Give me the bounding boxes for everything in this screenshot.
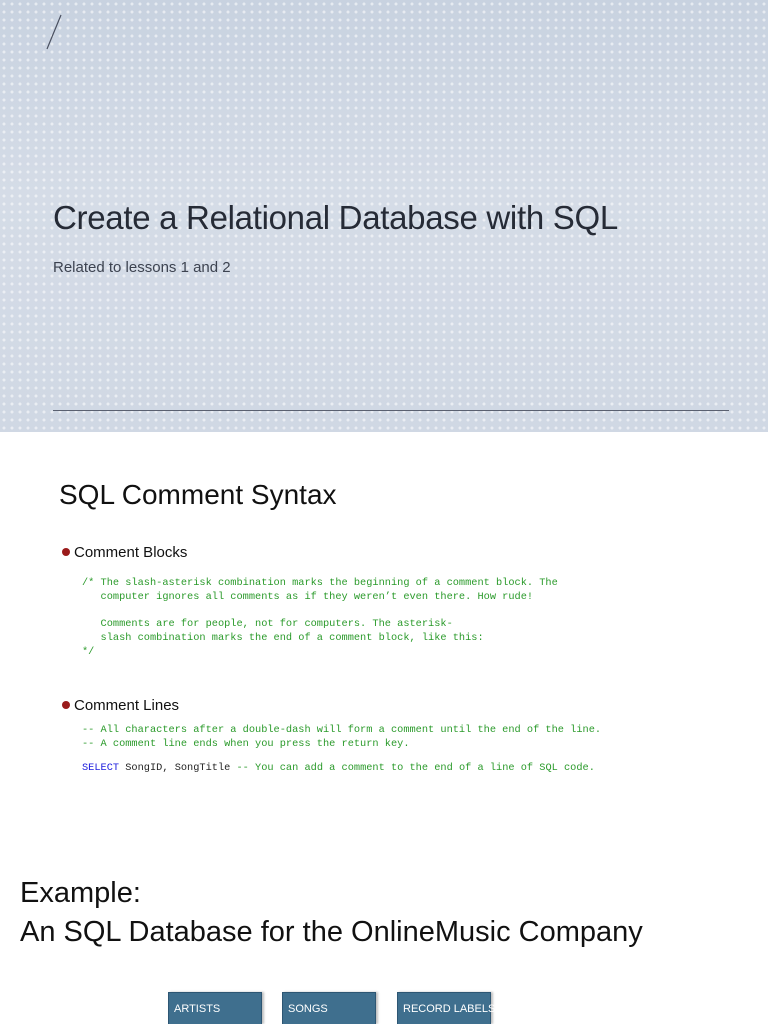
comment-block-code: /* The slash-asterisk combination marks … (82, 577, 558, 660)
slide-subtitle: Related to lessons 1 and 2 (53, 259, 231, 276)
tab-record-labels[interactable]: RECORD LABELS (397, 992, 495, 1024)
sql-comment: -- You can add a comment to the end of a… (230, 762, 595, 774)
tab-songs[interactable]: SONGS (282, 992, 376, 1024)
code-line: */ (82, 645, 95, 658)
code-line: -- All characters after a double-dash wi… (82, 724, 602, 736)
example-slide: Example: An SQL Database for the OnlineM… (0, 864, 768, 1024)
example-title: Example: An SQL Database for the OnlineM… (20, 874, 643, 952)
title-slide: Create a Relational Database with SQL Re… (0, 0, 768, 432)
code-line: /* The slash-asterisk combination marks … (82, 577, 558, 589)
sql-keyword: SELECT (82, 762, 120, 774)
slide-title: Create a Relational Database with SQL (53, 199, 618, 236)
sql-identifiers: SongID, SongTitle (119, 762, 231, 774)
slash-decoration-icon (46, 14, 62, 50)
title-divider (53, 410, 729, 411)
bullet-icon (62, 701, 70, 709)
sql-example-line: SELECT SongID, SongTitle -- You can add … (82, 762, 595, 776)
comment-syntax-slide: SQL Comment Syntax Comment Blocks /* The… (0, 432, 768, 864)
code-line: computer ignores all comments as if they… (82, 590, 534, 603)
example-title-line2: An SQL Database for the OnlineMusic Comp… (20, 916, 643, 948)
bullet-icon (62, 548, 70, 556)
slide-heading: SQL Comment Syntax (59, 479, 337, 510)
bullet-comment-blocks: Comment Blocks (62, 544, 187, 561)
example-title-line1: Example: (20, 877, 141, 909)
comment-line-code: -- All characters after a double-dash wi… (82, 724, 601, 752)
tab-artists[interactable]: ARTISTS (168, 992, 262, 1024)
code-line: -- A comment line ends when you press th… (82, 737, 410, 750)
bullet-label: Comment Blocks (74, 544, 188, 561)
code-line: slash combination marks the end of a com… (82, 632, 484, 645)
bullet-comment-lines: Comment Lines (62, 697, 179, 714)
code-line: Comments are for people, not for compute… (82, 618, 453, 631)
bullet-label: Comment Lines (74, 697, 180, 714)
